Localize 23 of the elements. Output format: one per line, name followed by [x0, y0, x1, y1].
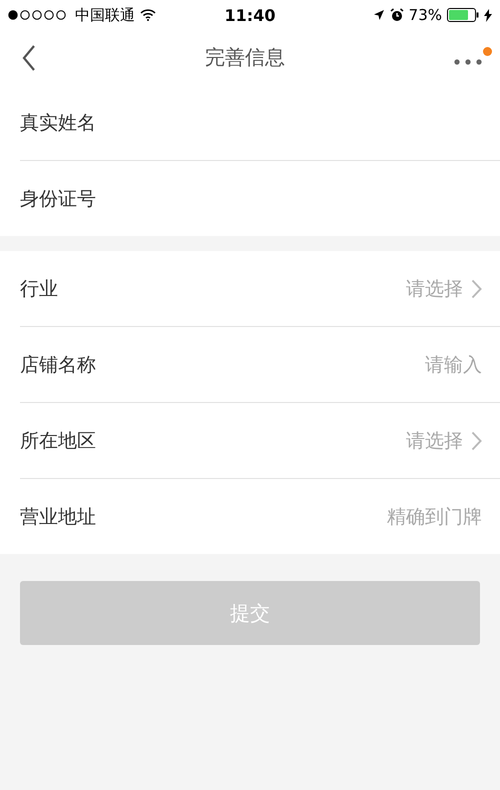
battery-icon	[447, 8, 479, 22]
field-label: 身份证号	[20, 186, 96, 212]
field-label: 店铺名称	[20, 352, 96, 378]
clock-time: 11:40	[224, 6, 276, 24]
field-label: 真实姓名	[20, 110, 96, 136]
battery-percent: 73%	[408, 6, 442, 24]
field-label: 所在地区	[20, 428, 96, 454]
input-field[interactable]: 精确到门牌	[96, 496, 482, 536]
select-field[interactable]: 请选择	[406, 276, 482, 302]
chevron-right-icon	[471, 430, 482, 450]
page-title: 完善信息	[205, 44, 285, 71]
back-icon	[22, 44, 36, 70]
charging-bolt-icon	[484, 8, 492, 22]
chevron-right-icon	[471, 278, 482, 298]
more-icon	[454, 58, 482, 64]
input-field[interactable]: 请输入	[96, 344, 482, 384]
alarm-clock-icon	[390, 8, 404, 22]
select-field[interactable]: 请选择	[406, 428, 482, 454]
wifi-icon	[140, 9, 156, 21]
field-label: 行业	[20, 276, 58, 302]
carrier-name: 中国联通	[75, 6, 135, 24]
field-label: 营业地址	[20, 504, 96, 530]
location-arrow-icon	[372, 9, 385, 21]
